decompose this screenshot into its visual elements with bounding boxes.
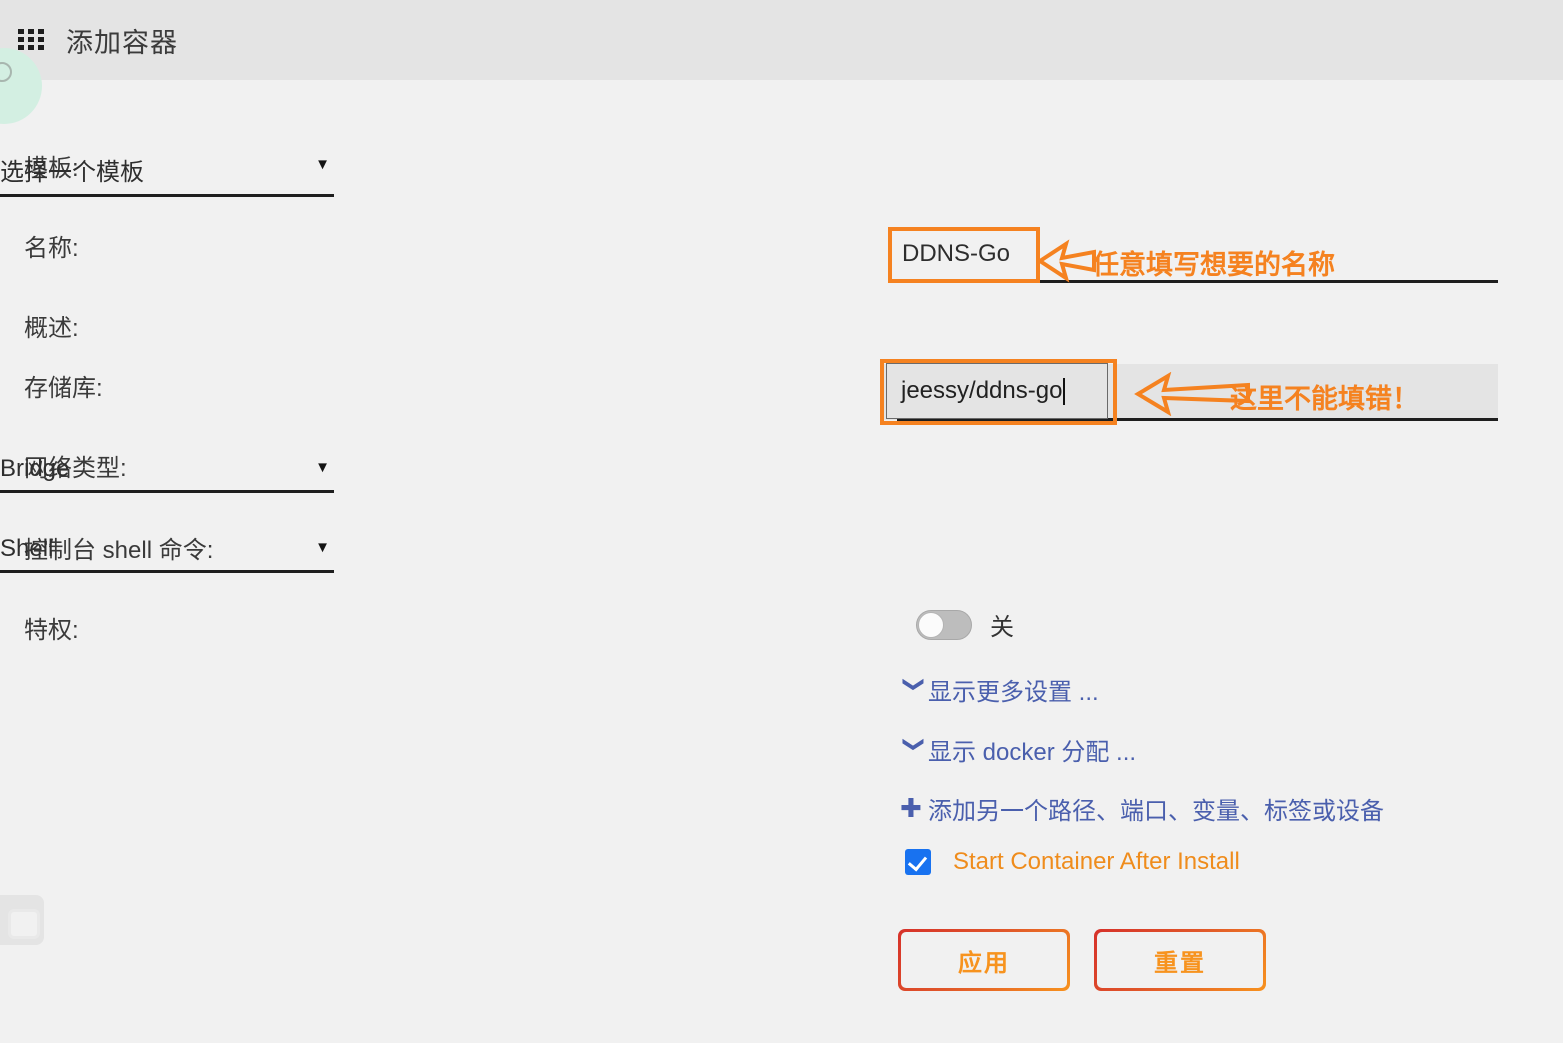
annotation-arrow-name-icon	[1036, 239, 1096, 283]
chevron-down-icon: ▼	[315, 459, 330, 476]
apply-button-label: 应用	[901, 932, 1067, 988]
privileged-toggle-wrapper: 关	[916, 607, 1014, 642]
add-another-mapping-label: 添加另一个路径、端口、变量、标签或设备	[928, 798, 1384, 825]
chevron-down-icon: ▼	[315, 539, 330, 556]
label-privileged: 特权:	[24, 617, 79, 644]
network-type-select[interactable]: Bridge ▼	[0, 455, 334, 493]
annotation-text-name: 任意填写想要的名称	[1092, 250, 1335, 280]
page-title: 添加容器	[66, 27, 178, 58]
show-more-settings-link[interactable]: ❯ 显示更多设置 ...	[900, 672, 1099, 707]
plus-icon: ✚	[900, 793, 922, 823]
chevron-down-icon: ▼	[315, 156, 330, 173]
edge-floating-panel-icon	[8, 909, 40, 939]
annotation-box-repository	[880, 359, 1117, 425]
network-type-select-value: Bridge	[0, 455, 70, 482]
label-overview: 概述:	[24, 315, 79, 342]
chevron-down-icon: ❯	[902, 675, 926, 694]
template-select[interactable]: 选择一个模板 ▼	[0, 152, 334, 197]
annotation-text-repository: 这里不能填错！	[1230, 384, 1419, 414]
label-name: 名称:	[24, 235, 79, 262]
add-another-mapping-link[interactable]: ✚ 添加另一个路径、端口、变量、标签或设备	[900, 791, 1384, 826]
template-select-value: 选择一个模板	[0, 159, 144, 186]
reset-button[interactable]: 重置	[1094, 929, 1266, 991]
privileged-toggle-state: 关	[990, 614, 1014, 641]
start-after-install-label: Start Container After Install	[953, 848, 1240, 875]
annotation-box-name	[888, 227, 1040, 283]
apply-button[interactable]: 应用	[898, 929, 1070, 991]
console-shell-select-value: Shell	[0, 535, 54, 562]
console-shell-select[interactable]: Shell ▼	[0, 535, 334, 573]
chevron-down-icon: ❯	[902, 735, 926, 754]
label-repository: 存储库:	[24, 375, 103, 402]
toggle-knob	[918, 611, 944, 638]
start-after-install-checkbox[interactable]	[905, 849, 931, 875]
privileged-toggle[interactable]	[916, 609, 972, 640]
reset-button-label: 重置	[1097, 932, 1263, 988]
show-docker-allocation-link[interactable]: ❯ 显示 docker 分配 ...	[900, 732, 1137, 767]
show-more-settings-label: 显示更多设置 ...	[928, 679, 1099, 706]
start-after-install-row[interactable]: Start Container After Install	[905, 848, 1240, 876]
window-titlebar: 添加容器	[0, 0, 1563, 80]
show-docker-allocation-label: 显示 docker 分配 ...	[928, 739, 1137, 766]
grid-3x3-icon[interactable]	[18, 29, 44, 51]
